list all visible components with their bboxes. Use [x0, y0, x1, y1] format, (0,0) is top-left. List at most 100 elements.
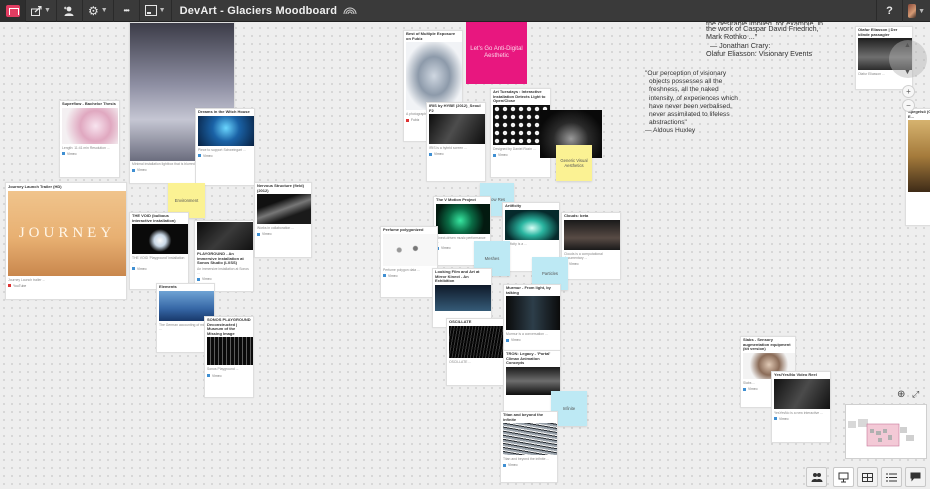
card-iris[interactable]: IRIS by HYBE (2012)_Seoul F2 IRIS is a h…	[426, 102, 486, 182]
note-generic-visual-aesthetics[interactable]: Generic Visual Aesthetics	[556, 145, 592, 181]
gear-icon: ⚙	[87, 3, 99, 18]
vimeo-icon	[383, 274, 386, 278]
board-title[interactable]: DevArt - Glaciers Moodboard	[172, 5, 338, 17]
vimeo-icon	[198, 154, 201, 158]
card-clouds-beta[interactable]: Clouds: beta Clouds is a computational d…	[561, 212, 621, 280]
card-lets-go-anti-digital[interactable]: Let's Go Anti-Digital Aesthetic	[466, 22, 527, 84]
vimeo-icon	[257, 232, 260, 236]
quote-crary[interactable]: the desirable implied, for example, in t…	[706, 20, 836, 59]
list-icon	[886, 473, 897, 481]
view-mode-button[interactable]: ▼	[140, 0, 172, 22]
sync-icon[interactable]	[343, 4, 357, 18]
card-title: Journey Launch Trailer (HD)	[8, 184, 62, 189]
card-yesyesno[interactable]: Yes/Yes/No Video Reel YesYesNo is a new …	[771, 371, 831, 443]
add-user-icon	[64, 6, 74, 16]
vimeo-icon	[207, 374, 210, 378]
add-user-button[interactable]	[57, 0, 83, 22]
card-title: Looking Film and Art at Mirror Kinect - …	[435, 269, 480, 284]
logo-button[interactable]	[0, 0, 26, 22]
card-title: The V Motion Project	[436, 197, 476, 202]
card-spegelso[interactable]: Spegelsö (Olafur E...	[905, 108, 930, 226]
expand-button[interactable]: ⤢	[912, 389, 924, 401]
card-perfume[interactable]: Perfume polygonized Perfume polygon data…	[380, 226, 438, 298]
card-superflow[interactable]: Superflow - Bachelor Thesis Length: 11:4…	[59, 100, 120, 178]
card-dreams-witch-house[interactable]: Dreams in the Witch House Piece to suppo…	[195, 108, 255, 186]
card-the-void[interactable]: THE VOID (bulbous interactive installati…	[129, 212, 189, 290]
settings-button[interactable]: ⚙ ▼	[83, 0, 114, 22]
milanote-logo-icon	[5, 4, 20, 17]
zoom-out-button[interactable]: −	[902, 99, 915, 112]
help-button[interactable]: ?	[876, 0, 902, 22]
card-title: OSCILLATE	[449, 319, 472, 324]
card-title: Perfume polygonized	[383, 227, 424, 232]
vimeo-icon	[132, 267, 135, 271]
chevron-down-icon: ▼	[100, 7, 108, 14]
card-title: Murmur - From light, by talking	[506, 285, 551, 295]
more-icon: •••	[123, 6, 129, 15]
sonos-image	[207, 337, 253, 366]
avatar-button[interactable]: ▼	[902, 0, 930, 22]
card-playground[interactable]: PLAYGROUND - An immersive installation a…	[194, 220, 254, 292]
looking-film-image	[435, 284, 491, 311]
card-murmur[interactable]: Murmur - From light, by talking Murmur i…	[503, 284, 561, 360]
card-title: Art Tuesdays : Interactive Installation …	[493, 89, 546, 104]
share-button[interactable]: ▼	[26, 0, 57, 22]
crosshair-icon: ⊕	[897, 389, 906, 400]
card-title: Best of Multiple Exposure on Fubiz	[406, 31, 456, 41]
more-button[interactable]: •••	[114, 0, 140, 22]
card-title: Superflow - Bachelor Thesis	[62, 101, 116, 106]
nervous-image	[257, 194, 311, 225]
vimeo-icon	[197, 277, 200, 281]
chevron-down-icon: ▼	[158, 7, 166, 14]
top-toolbar: ▼ ⚙ ▼ ••• ▼ DevArt - Glaciers Moodboard …	[0, 0, 930, 22]
vimeo-icon	[62, 152, 65, 156]
card-title: Artificity	[505, 203, 522, 208]
card-nervous-structure[interactable]: Nervous Structure (field) (2012) Works i…	[254, 182, 312, 258]
avatar-icon	[908, 4, 917, 18]
minimap[interactable]	[845, 404, 927, 459]
card-title: TRON: Legacy - 'Portal' Climax Animation…	[506, 351, 551, 366]
card-oscillate[interactable]: OSCILLATE OSCILLATE ...	[446, 318, 504, 386]
chevron-down-icon: ▼	[44, 7, 51, 14]
titan-image	[503, 423, 557, 456]
iris-image	[429, 114, 485, 145]
spegelso-image	[908, 120, 930, 193]
fubiz-icon	[406, 118, 409, 122]
comment-icon	[910, 472, 921, 482]
grid-icon	[862, 472, 873, 482]
exposure-image	[406, 42, 462, 111]
comments-button[interactable]	[905, 467, 926, 487]
pan-control[interactable]: ▲ ▼	[889, 40, 927, 78]
card-title: Olafur Eliasson | Der blinde passagier	[858, 27, 898, 37]
help-icon: ?	[886, 5, 893, 17]
chevron-down-icon: ▼	[918, 7, 925, 15]
view-mode-icon	[144, 5, 157, 16]
card-title: Yes/Yes/No Video Reel	[774, 372, 817, 377]
fit-to-screen-button[interactable]: ⊕	[897, 389, 909, 401]
zoom-in-button[interactable]: +	[902, 85, 915, 98]
list-view-button[interactable]	[881, 467, 902, 487]
card-title: Nervous Structure (field) (2012)	[257, 183, 304, 193]
vimeo-icon	[429, 152, 432, 156]
card-title: Clouds: beta	[564, 213, 589, 218]
card-title: Titan and beyond the infinite	[503, 412, 544, 422]
card-title: Dreams in the Witch House	[198, 109, 250, 114]
card-title: PLAYGROUND - An immersive installation a…	[197, 251, 244, 266]
presentation-view-button[interactable]	[833, 467, 854, 487]
card-journey[interactable]: Journey Launch Trailer (HD) JOURNEY Jour…	[5, 182, 127, 300]
vimeo-icon	[493, 153, 496, 157]
card-titan[interactable]: Titan and beyond the infinite Titan and …	[500, 411, 558, 483]
grid-view-button[interactable]	[857, 467, 878, 487]
clouds-image	[564, 219, 620, 250]
vimeo-icon	[506, 338, 509, 342]
oscillate-image	[449, 325, 503, 358]
card-sonos-playground[interactable]: SONOS PLAYGROUND Deconstructed | Museum …	[204, 316, 254, 398]
users-icon	[811, 473, 822, 482]
card-title: IRIS by HYBE (2012)_Seoul F2	[429, 103, 481, 113]
collaborators-button[interactable]	[806, 467, 827, 487]
vimeo-icon	[774, 417, 777, 421]
presentation-icon	[838, 472, 849, 482]
card-title: SONOS PLAYGROUND Deconstructed | Museum …	[207, 317, 251, 336]
chevron-down-icon: ▼	[904, 69, 911, 76]
quote-huxley[interactable]: "Our perception of visionary objects pos…	[645, 70, 765, 136]
